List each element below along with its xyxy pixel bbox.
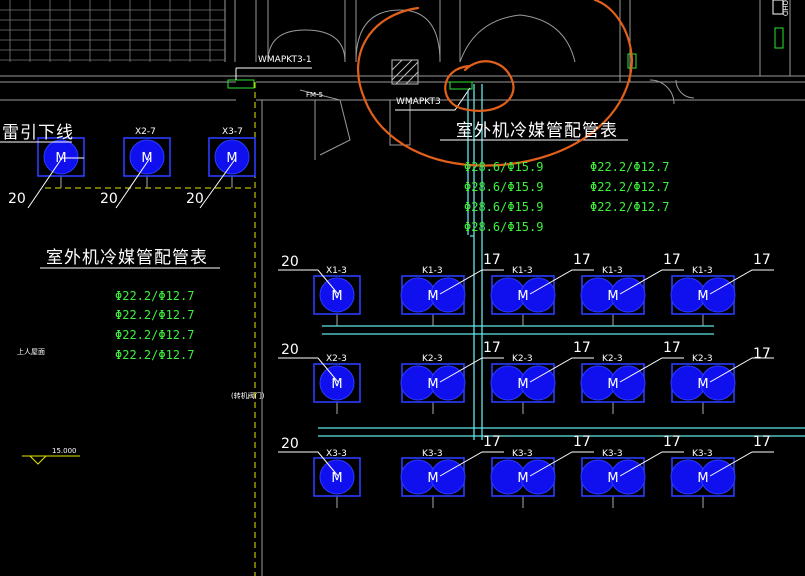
motor-symbol: M <box>607 289 618 304</box>
qty-label: 17 <box>753 252 771 268</box>
qty-label: 17 <box>573 434 591 450</box>
unit-tag: X2-3 <box>326 354 347 364</box>
outdoor-unit[interactable]: M <box>580 275 646 315</box>
outdoor-unit[interactable]: M <box>400 363 466 403</box>
unit-tag: K1-3 <box>422 266 443 276</box>
unit-tag: X2-7 <box>135 127 156 137</box>
tile-roof-pattern <box>0 0 225 62</box>
unit-tag: K1-3 <box>512 266 533 276</box>
pipe-spec: Φ22.2/Φ12.7 <box>115 289 195 303</box>
outdoor-unit[interactable]: M <box>490 363 556 403</box>
qty-label: 20 <box>100 191 118 207</box>
level-mark-text: 15.000 <box>52 447 77 455</box>
qty-label: 17 <box>483 340 501 356</box>
unit-tag: X3-7 <box>222 127 243 137</box>
hatch-lines <box>391 59 419 85</box>
pipe-spec: Φ22.2/Φ12.7 <box>590 200 670 214</box>
pipe-spec: Φ22.2/Φ12.7 <box>590 180 670 194</box>
qty-label: 20 <box>281 436 299 452</box>
motor-symbol: M <box>517 471 528 486</box>
pipe-spec: Φ28.6/Φ15.9 <box>464 160 544 174</box>
unit-tag: K2-3 <box>692 354 713 364</box>
outdoor-unit[interactable]: M <box>490 275 556 315</box>
cad-drawing-canvas[interactable]: M M M M M M M M M M M M M M M M M M <box>0 0 805 576</box>
qty-label: 17 <box>753 346 771 362</box>
motor-symbol: M <box>331 289 342 304</box>
qty-label: 20 <box>8 191 26 207</box>
outdoor-unit[interactable]: M <box>490 457 556 497</box>
unit-tag: K2-3 <box>422 354 443 364</box>
outdoor-unit[interactable]: M <box>37 137 85 177</box>
pipe-spec: Φ28.6/Φ15.9 <box>464 200 544 214</box>
motor-symbol: M <box>427 289 438 304</box>
motor-symbol: M <box>697 471 708 486</box>
motor-symbol: M <box>331 471 342 486</box>
unit-tag: K3-3 <box>422 449 443 459</box>
wmapk-label-1: WMAPKT3-1 <box>258 55 312 65</box>
building-outline <box>0 0 805 160</box>
outdoor-unit[interactable]: M <box>580 457 646 497</box>
qty-label: 17 <box>753 434 771 450</box>
outdoor-unit[interactable]: M <box>313 363 361 403</box>
motor-symbol: M <box>427 471 438 486</box>
outdoor-unit[interactable]: M <box>670 275 736 315</box>
unit-tag: X3-3 <box>326 449 347 459</box>
unit-tag: K2-3 <box>602 354 623 364</box>
outdoor-unit[interactable]: M <box>400 457 466 497</box>
pipe-table-title-right: 室外机冷媒管配管表 <box>456 121 618 141</box>
pipe-spec: Φ22.2/Φ12.7 <box>115 308 195 322</box>
outdoor-unit[interactable]: M <box>208 137 256 177</box>
qty-label: 17 <box>663 252 681 268</box>
qty-label: 17 <box>483 434 501 450</box>
outdoor-unit[interactable]: M <box>313 275 361 315</box>
qty-label: 17 <box>663 434 681 450</box>
outdoor-unit[interactable]: M <box>400 275 466 315</box>
qty-label: 17 <box>573 340 591 356</box>
unit-tag: X1-3 <box>326 266 347 276</box>
motor-symbol: M <box>697 289 708 304</box>
unit-tag: K1-3 <box>602 266 623 276</box>
unit-tag: K2-3 <box>512 354 533 364</box>
motor-symbol: M <box>607 377 618 392</box>
motor-symbol: M <box>517 289 528 304</box>
pipe-spec: Φ28.6/Φ15.9 <box>464 180 544 194</box>
wmapk-label-2: WMAPKT3 <box>396 97 441 107</box>
pipe-spec: Φ22.2/Φ12.7 <box>590 160 670 174</box>
qty-label: 20 <box>281 254 299 270</box>
hatch-block <box>391 59 419 85</box>
motor-symbol: M <box>697 377 708 392</box>
motor-symbol: M <box>427 377 438 392</box>
pipe-spec: Φ22.2/Φ12.7 <box>115 328 195 342</box>
fm-label: FM-5 <box>306 91 324 99</box>
unit-tag: K3-3 <box>692 449 713 459</box>
qty-label: 17 <box>483 252 501 268</box>
valve-note: (转机阀门) <box>231 392 265 400</box>
qty-label: 17 <box>573 252 591 268</box>
roof-note: 上人屋面 <box>17 348 45 356</box>
unit-tag: K1-3 <box>692 266 713 276</box>
motor-symbol: M <box>141 151 152 166</box>
level-mark-symbol <box>22 455 80 465</box>
unit-tag: K3-3 <box>512 449 533 459</box>
outdoor-unit[interactable]: M <box>313 457 361 497</box>
motor-symbol: M <box>607 471 618 486</box>
pipe-spec: Φ28.6/Φ15.9 <box>464 220 544 234</box>
outdoor-unit[interactable]: M <box>580 363 646 403</box>
motor-symbol: M <box>331 377 342 392</box>
motor-symbol: M <box>517 377 528 392</box>
unit-tag: K3-3 <box>602 449 623 459</box>
pipe-spec: Φ22.2/Φ12.7 <box>115 348 195 362</box>
outdoor-unit[interactable]: M <box>670 457 736 497</box>
leader-wmapk1 <box>235 67 312 80</box>
qty-label: 20 <box>186 191 204 207</box>
corner-label: QHD <box>781 0 789 17</box>
qty-label: 17 <box>663 340 681 356</box>
qty-label: 20 <box>281 342 299 358</box>
lightning-conductor-label: 雷引下线 <box>2 123 74 143</box>
outdoor-unit[interactable]: M <box>670 363 736 403</box>
outdoor-unit[interactable]: M <box>123 137 171 177</box>
pipe-table-title-left: 室外机冷媒管配管表 <box>46 248 208 268</box>
